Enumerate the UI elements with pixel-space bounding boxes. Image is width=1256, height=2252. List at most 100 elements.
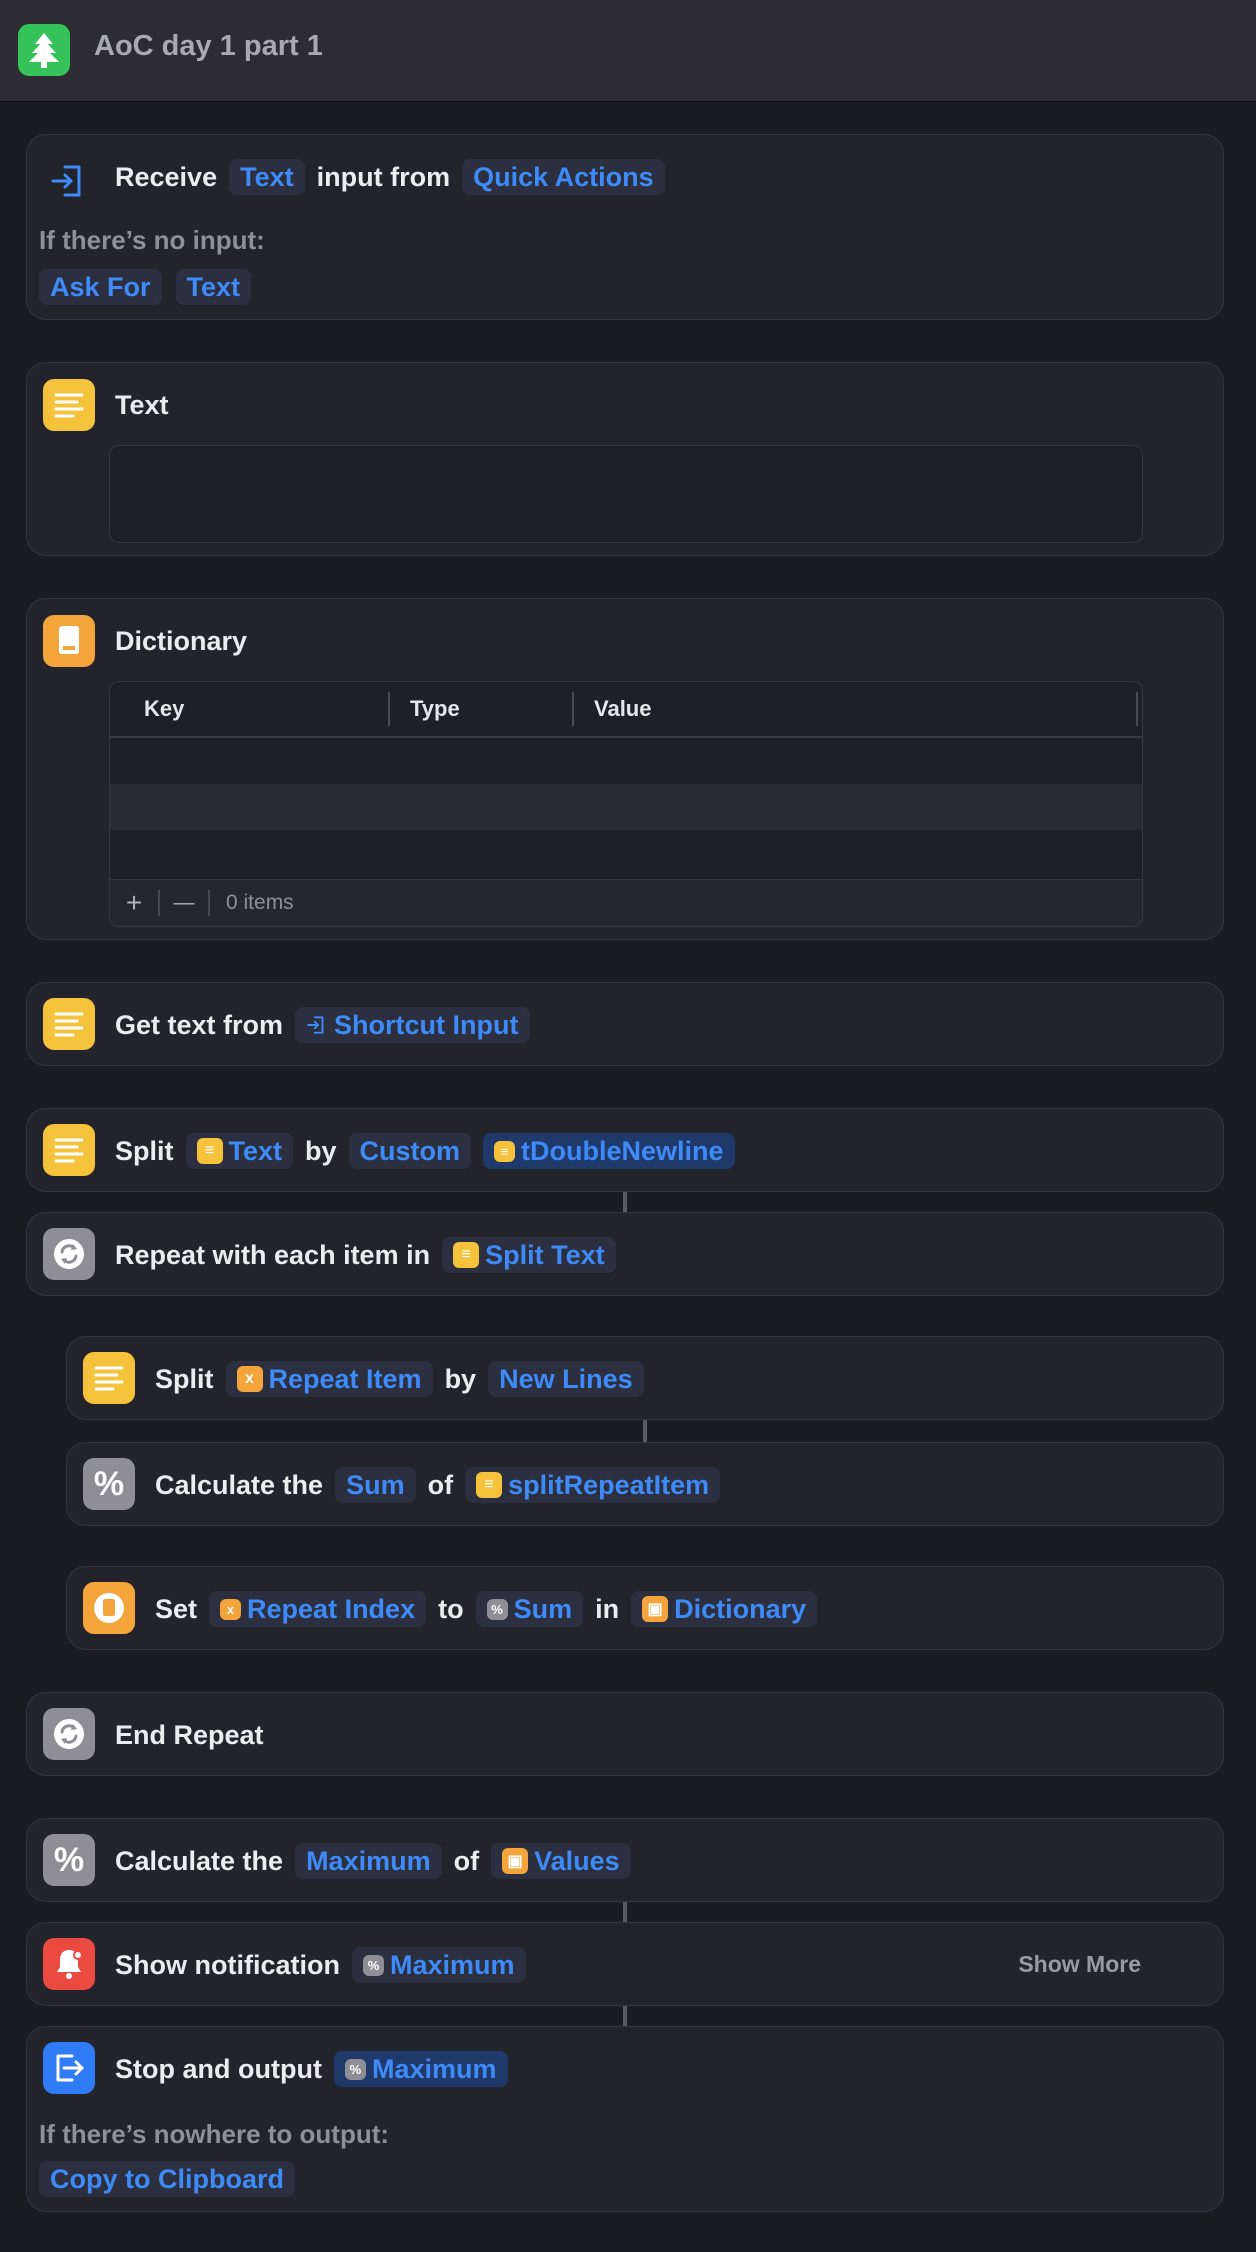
dictionary-header: Key Type Value <box>110 682 1142 738</box>
text-lines-icon <box>43 1124 95 1176</box>
text-action-label: Text <box>115 389 169 420</box>
ask-for-token[interactable]: Ask For <box>39 269 162 305</box>
repeat-item-label: Repeat Item <box>268 1363 422 1394</box>
book-icon <box>83 1582 135 1634</box>
shortcut-input-label: Shortcut Input <box>334 1009 519 1040</box>
input-arrow-icon <box>307 1016 324 1034</box>
repeat-label: Repeat with each item in <box>115 1239 431 1270</box>
by-label: by <box>305 1135 337 1166</box>
percent-icon: % <box>362 1954 384 1976</box>
separator-mode-token[interactable]: Custom <box>348 1133 472 1169</box>
percent-icon: % <box>43 1834 95 1886</box>
by-label: by <box>444 1363 477 1394</box>
receive-action[interactable]: Receive Text input from Quick Actions If… <box>26 134 1224 320</box>
operation-token[interactable]: Maximum <box>295 1843 442 1879</box>
input-from-label: input from <box>316 161 451 192</box>
repeat-item-token[interactable]: x Repeat Item <box>225 1361 433 1397</box>
add-item-button[interactable]: + <box>110 887 158 919</box>
calculate-maximum-action[interactable]: % Calculate the Maximum of ▣ Values <box>26 1818 1224 1902</box>
column-value[interactable]: Value <box>594 682 651 736</box>
receive-label: Receive <box>115 161 218 192</box>
stop-and-output-action[interactable]: Stop and output % Maximum If there’s nowh… <box>26 2026 1224 2212</box>
copy-to-clipboard-token[interactable]: Copy to Clipboard <box>39 2161 295 2197</box>
variable-x-icon: x <box>236 1366 263 1392</box>
text-lines-icon <box>83 1352 135 1404</box>
target-dictionary-label: Dictionary <box>674 1593 807 1624</box>
column-key[interactable]: Key <box>144 682 184 736</box>
book-icon: ▣ <box>642 1596 669 1622</box>
set-dictionary-value-action[interactable]: Set x Repeat Index to % Sum in ▣ Dictionary <box>66 1566 1224 1650</box>
calculate-label: Calculate the <box>115 1845 284 1876</box>
split-label: Split <box>115 1135 174 1166</box>
text-lines-icon: ≡ <box>494 1140 516 1162</box>
value-label: Sum <box>513 1593 573 1624</box>
table-row <box>110 784 1142 830</box>
to-label: to <box>438 1593 464 1624</box>
key-label: Repeat Index <box>247 1593 416 1624</box>
text-lines-icon: ≡ <box>196 1138 223 1164</box>
no-input-label: If there’s no input: <box>39 225 265 255</box>
text-lines-icon <box>43 379 95 431</box>
text-action[interactable]: Text <box>26 362 1224 556</box>
operation-token[interactable]: Sum <box>335 1467 416 1503</box>
title-bar: AoC day 1 part 1 <box>0 0 1256 102</box>
repeat-input-label: Split Text <box>485 1239 605 1270</box>
ask-type-token[interactable]: Text <box>175 269 252 305</box>
column-type[interactable]: Type <box>410 682 460 736</box>
no-input-options: Ask For Text <box>39 269 252 305</box>
end-repeat-action[interactable]: End Repeat <box>26 1692 1224 1776</box>
show-more-button[interactable]: Show More <box>1018 1951 1141 1978</box>
get-text-label: Get text from <box>115 1009 284 1040</box>
split-text-action[interactable]: Split ≡ Text by Custom ≡ tDoubleNewline <box>26 1108 1224 1192</box>
input-source-token[interactable]: Quick Actions <box>462 159 665 195</box>
output-value-label: Maximum <box>371 2053 497 2084</box>
split-input-label: Text <box>228 1135 283 1166</box>
key-token[interactable]: x Repeat Index <box>209 1591 427 1627</box>
text-field[interactable] <box>109 445 1143 543</box>
custom-separator-token[interactable]: ≡ tDoubleNewline <box>483 1133 735 1169</box>
custom-separator-label: tDoubleNewline <box>521 1135 724 1166</box>
dictionary-table: Key Type Value + — 0 items <box>109 681 1143 927</box>
repeat-action[interactable]: Repeat with each item in ≡ Split Text <box>26 1212 1224 1296</box>
shortcut-title[interactable]: AoC day 1 part 1 <box>94 30 323 63</box>
value-token[interactable]: % Sum <box>475 1591 584 1627</box>
connector-line <box>643 1420 647 1442</box>
nowhere-output-label: If there’s nowhere to output: <box>39 2119 390 2149</box>
exit-icon <box>43 2042 95 2094</box>
text-lines-icon <box>43 998 95 1050</box>
shortcut-input-token[interactable]: Shortcut Input <box>295 1007 530 1043</box>
nowhere-output-options: Copy to Clipboard <box>39 2161 295 2197</box>
variable-x-icon: x <box>220 1598 242 1620</box>
dictionary-footer: + — 0 items <box>110 879 1142 926</box>
remove-item-button[interactable]: — <box>160 891 208 915</box>
show-notification-action[interactable]: Show notification % Maximum Show More <box>26 1922 1224 2006</box>
column-divider <box>1136 692 1138 726</box>
separator-mode-token[interactable]: New Lines <box>488 1361 644 1397</box>
target-dictionary-token[interactable]: ▣ Dictionary <box>631 1591 818 1627</box>
stop-output-label: Stop and output <box>115 2053 322 2084</box>
bell-icon <box>43 1938 95 1990</box>
get-text-action[interactable]: Get text from Shortcut Input <box>26 982 1224 1066</box>
notification-value-token[interactable]: % Maximum <box>351 1947 526 1983</box>
connector-line <box>623 2006 627 2026</box>
table-row <box>110 830 1142 876</box>
split-input-token[interactable]: ≡ Text <box>185 1133 294 1169</box>
percent-icon: % <box>486 1598 508 1620</box>
dictionary-action[interactable]: Dictionary Key Type Value + — 0 items <box>26 598 1224 940</box>
repeat-input-token[interactable]: ≡ Split Text <box>442 1237 616 1273</box>
split-lines-action[interactable]: Split x Repeat Item by New Lines <box>66 1336 1224 1420</box>
in-label: in <box>595 1593 620 1624</box>
repeat-icon <box>43 1708 95 1760</box>
tree-icon[interactable] <box>18 24 70 76</box>
text-lines-icon: ≡ <box>476 1472 503 1498</box>
notification-value-label: Maximum <box>389 1949 515 1980</box>
item-count: 0 items <box>226 891 294 914</box>
output-value-token[interactable]: % Maximum <box>333 2051 508 2087</box>
calculate-sum-action[interactable]: % Calculate the Sum of ≡ splitRepeatItem <box>66 1442 1224 1526</box>
input-type-token[interactable]: Text <box>229 159 305 195</box>
values-token[interactable]: ▣ Values <box>491 1843 631 1879</box>
show-notification-label: Show notification <box>115 1949 340 1980</box>
calc-input-token[interactable]: ≡ splitRepeatItem <box>465 1467 721 1503</box>
column-divider <box>388 692 390 726</box>
book-icon <box>43 615 95 667</box>
